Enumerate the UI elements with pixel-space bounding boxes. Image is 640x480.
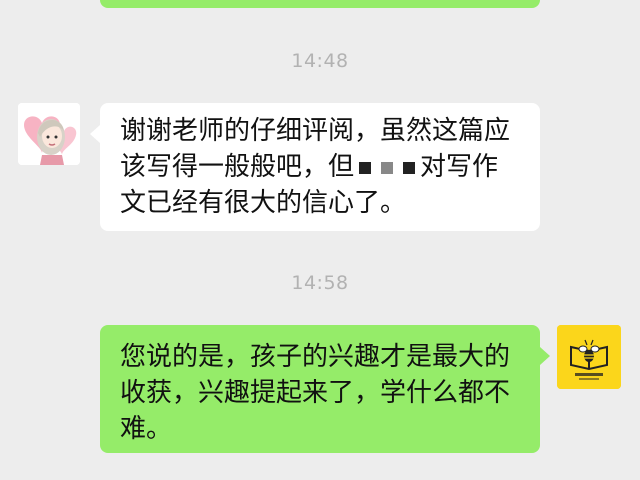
girl-cartoon-avatar-icon bbox=[18, 103, 80, 165]
sent-message-bubble[interactable]: 您说的是，孩子的兴趣才是最大的 收获，兴趣提起来了，学什么都不 难。 bbox=[100, 325, 550, 453]
message-text-segment: 该写得一般般吧，但 bbox=[120, 152, 355, 182]
message-text-line: 收获，兴趣提起来了，学什么都不 bbox=[120, 378, 511, 408]
redaction-mark bbox=[359, 161, 372, 174]
received-message-bubble[interactable]: 谢谢老师的仔细评阅，虽然这篇应 该写得一般般吧，但 对写作 文已经有很大的信心了。 bbox=[90, 103, 540, 231]
message-text-line: 您说的是，孩子的兴趣才是最大的 bbox=[120, 342, 511, 372]
message-text-line: 难。 bbox=[120, 414, 173, 444]
self-avatar[interactable] bbox=[557, 325, 621, 389]
redaction-mark bbox=[381, 161, 394, 174]
redaction-mark bbox=[403, 161, 416, 174]
message-text-line: 文已经有很大的信心了。 bbox=[120, 188, 407, 218]
message-text-line: 该写得一般般吧，但 对写作 bbox=[120, 149, 524, 185]
contact-avatar[interactable] bbox=[18, 103, 80, 165]
chat-bottom-area bbox=[0, 470, 640, 480]
previous-message-bubble[interactable] bbox=[100, 0, 540, 8]
message-text-segment: 对写作 bbox=[420, 152, 499, 182]
bee-book-logo-icon bbox=[557, 325, 621, 389]
message-text-line: 谢谢老师的仔细评阅，虽然这篇应 bbox=[120, 116, 511, 146]
bubble-tail bbox=[540, 347, 550, 365]
timestamp: 14:48 bbox=[291, 50, 349, 72]
bubble-tail bbox=[90, 125, 100, 143]
timestamp: 14:58 bbox=[291, 272, 349, 294]
